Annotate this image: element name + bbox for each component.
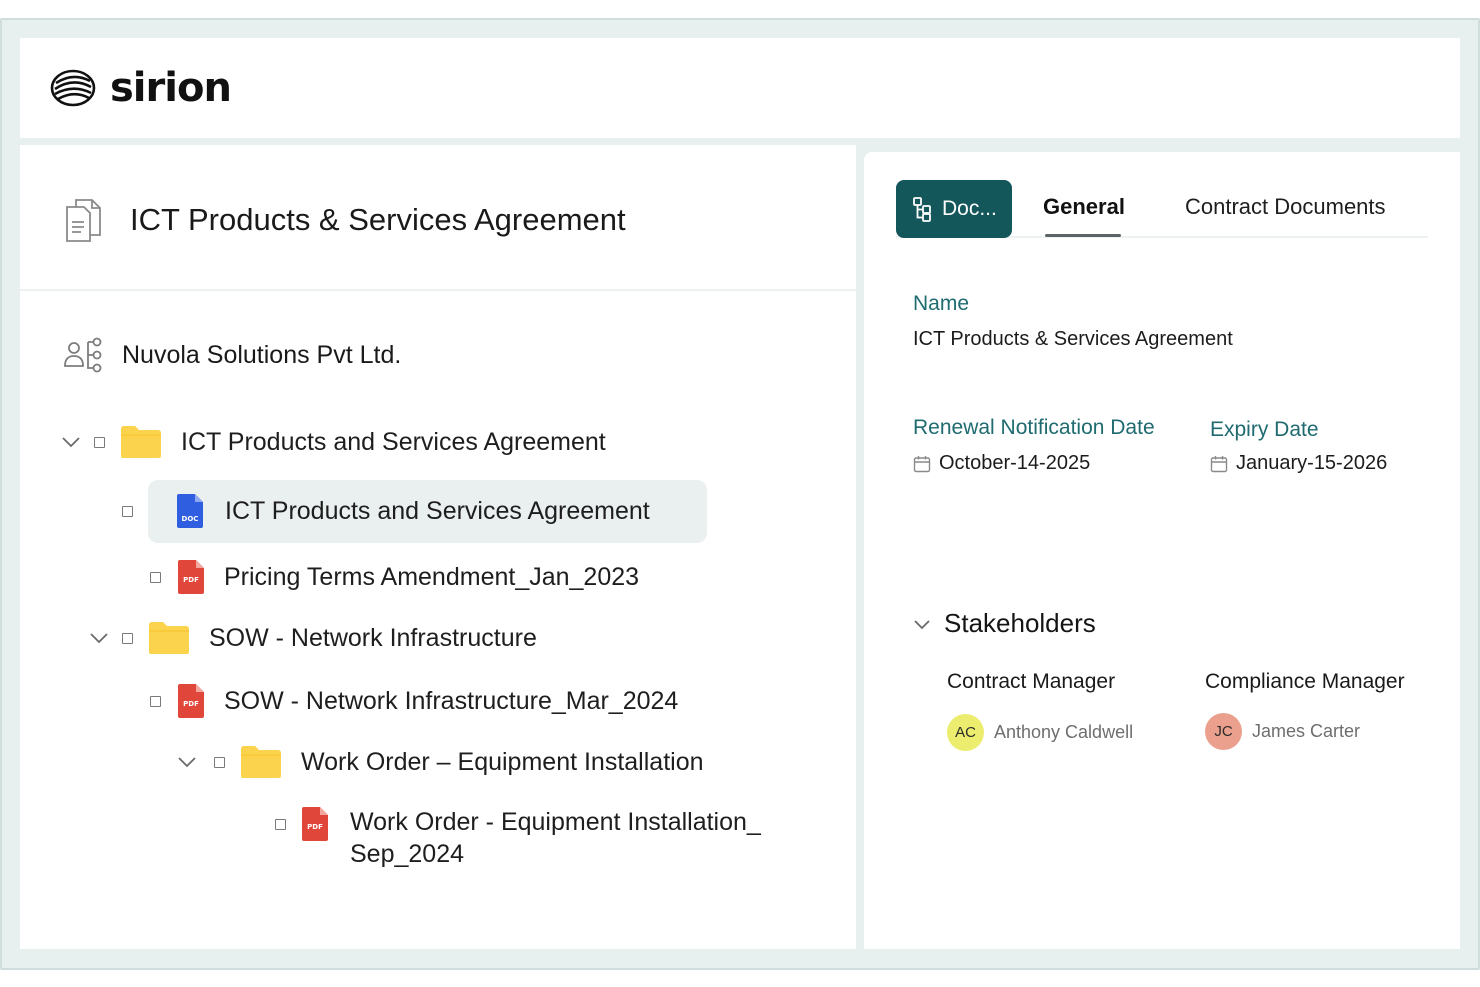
avatar: AC [947,714,984,751]
counterparty: Nuvola Solutions Pvt Ltd. [64,337,401,373]
doc-file-icon: DOC [177,494,203,528]
chevron-down-icon [914,619,930,629]
page-title: ICT Products & Services Agreement [130,202,626,237]
tree-item[interactable]: DOC ICT Products and Services Agreement [122,491,650,531]
renewal-date-value: October-14-2025 [913,452,1090,475]
compliance-manager-label: Compliance Manager [1205,670,1405,693]
expiry-date-label: Expiry Date [1210,418,1319,441]
brand-logo[interactable]: sirion [50,65,232,111]
tree-item-label: SOW - Network Infrastructure_Mar_2024 [224,686,679,715]
folder-icon [121,426,161,458]
tree-item[interactable]: PDF Work Order - Equipment Installation_… [275,805,795,879]
pdf-badge: PDF [183,700,199,708]
pdf-badge: PDF [307,823,323,831]
renewal-date-label: Renewal Notification Date [913,416,1155,439]
avatar-initials: AC [955,724,976,741]
avatar-initials: JC [1214,723,1233,740]
tree-item-label: SOW - Network Infrastructure [209,623,537,652]
folder-icon [149,622,189,654]
tab-doc-label: Doc... [942,197,997,220]
tree-item-label: ICT Products and Services Agreement [225,496,650,525]
tree-item-label: Work Order – Equipment Installation [301,747,704,776]
name-value: ICT Products & Services Agreement [913,328,1233,351]
sirion-logo-icon [50,69,96,107]
tree-checkbox[interactable] [150,571,161,583]
tree-item-label: Work Order - Equipment Installation_ [350,808,761,836]
pdf-file-icon: PDF [178,684,204,718]
folder-icon [241,746,281,778]
tree-checkbox[interactable] [214,756,225,768]
chevron-down-icon[interactable] [176,751,198,773]
tab-general[interactable]: General [1043,194,1125,220]
hierarchy-icon [913,197,931,222]
tree-item[interactable]: Work Order – Equipment Installation [176,742,704,782]
name-value-text: ICT Products & Services Agreement [913,328,1233,350]
contract-manager[interactable]: AC Anthony Caldwell [947,714,1133,751]
active-tab-indicator [1045,234,1121,237]
tree-checkbox[interactable] [122,632,133,644]
app-header: sirion [20,38,1460,138]
tree-item-label-line2: Sep_2024 [350,840,465,868]
name-label: Name [913,292,970,315]
chevron-down-icon[interactable] [88,627,110,649]
details-panel: Doc... General Contract Documents Name I… [864,152,1460,949]
document-icon [66,199,101,242]
doc-badge: DOC [182,515,199,523]
calendar-icon [913,455,931,472]
org-hierarchy-icon [64,337,102,373]
counterparty-name: Nuvola Solutions Pvt Ltd. [122,340,402,369]
tree-item-label: Pricing Terms Amendment_Jan_2023 [224,562,640,591]
chevron-down-icon[interactable] [60,431,82,453]
document-tree-panel: ICT Products & Services Agreement Nuvola… [20,145,856,949]
renewal-date-text: October-14-2025 [939,452,1091,474]
tree-checkbox[interactable] [122,505,133,517]
expiry-date-value: January-15-2026 [1210,452,1387,475]
brand-name: sirion [110,65,232,111]
tree-checkbox[interactable] [94,436,105,448]
stakeholders-title: Stakeholders [944,608,1096,638]
person-name: Anthony Caldwell [994,722,1134,742]
tab-bar: Doc... General Contract Documents [896,180,1428,238]
tree-item[interactable]: PDF Pricing Terms Amendment_Jan_2023 [150,557,639,597]
stakeholders-section-toggle[interactable]: Stakeholders [912,608,1096,639]
tab-contract-documents[interactable]: Contract Documents [1185,194,1386,220]
avatar: JC [1205,713,1242,750]
compliance-manager[interactable]: JC James Carter [1205,713,1360,750]
tree-checkbox[interactable] [150,695,161,707]
pdf-file-icon: PDF [178,560,204,594]
tree-item-label: ICT Products and Services Agreement [181,427,606,456]
expiry-date-text: January-15-2026 [1236,452,1388,474]
calendar-icon [1210,455,1228,472]
pdf-badge: PDF [183,576,199,584]
tree-item[interactable]: SOW - Network Infrastructure [88,618,537,658]
person-name: James Carter [1252,721,1361,741]
tree-item[interactable]: ICT Products and Services Agreement [60,422,606,462]
tab-doc[interactable]: Doc... [896,180,1012,238]
contract-manager-label: Contract Manager [947,670,1116,693]
document-title-bar: ICT Products & Services Agreement [20,145,856,291]
tree-item[interactable]: PDF SOW - Network Infrastructure_Mar_202… [150,681,678,721]
tree-checkbox[interactable] [275,819,286,830]
pdf-file-icon: PDF [302,807,328,841]
